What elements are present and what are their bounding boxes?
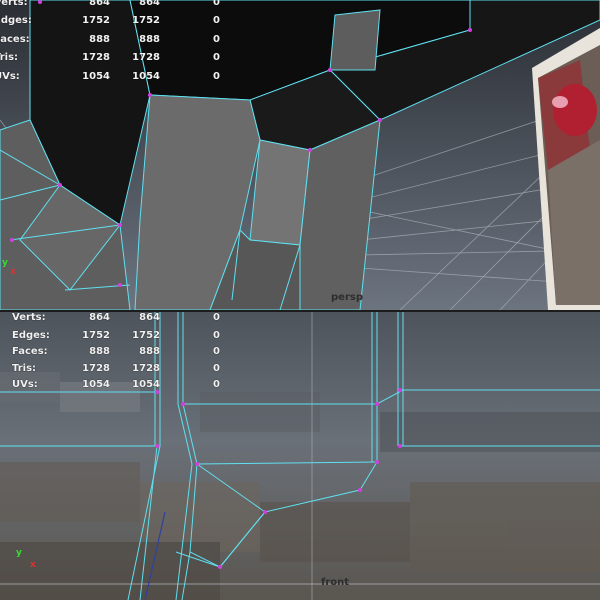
camera-label: persp: [331, 292, 363, 303]
stat-value: 864: [89, 312, 110, 323]
stat-row-edges: Edges: 1752 1752 0: [0, 330, 240, 344]
axis-y-label: y: [16, 548, 22, 558]
stat-row-tris: Tris: 1728 1728 0: [0, 52, 240, 66]
axis-x-label: x: [10, 267, 16, 277]
stat-row-tris: Tris: 1728 1728 0: [0, 363, 240, 377]
persp-viewport[interactable]: Verts: 864 864 0 Edges: 1752 1752 0 Face…: [0, 0, 600, 310]
stat-value: 1752: [82, 330, 110, 341]
stat-value: 0: [213, 71, 220, 82]
stat-value: 1054: [132, 379, 160, 390]
stat-value: 864: [89, 0, 110, 8]
stat-value: 1054: [82, 379, 110, 390]
stat-label: Faces:: [0, 34, 30, 45]
persp-stats-hud: Verts: 864 864 0 Edges: 1752 1752 0 Face…: [0, 0, 240, 87]
front-axis-gizmo: y x: [16, 548, 40, 574]
stat-label: Verts:: [12, 312, 46, 323]
camera-label: front: [321, 577, 350, 588]
stat-value: 0: [213, 312, 220, 323]
stat-label: UVs:: [0, 71, 20, 82]
stat-label: Edges:: [12, 330, 50, 341]
stat-value: 1752: [132, 15, 160, 26]
stat-value: 888: [139, 346, 160, 357]
stat-label: Faces:: [12, 346, 48, 357]
stat-row-faces: Faces: 888 888 0: [0, 34, 240, 48]
stat-value: 0: [213, 34, 220, 45]
stat-value: 0: [213, 363, 220, 374]
stat-value: 0: [213, 52, 220, 63]
stat-row-uvs: UVs: 1054 1054 0: [0, 71, 240, 85]
stat-value: 1054: [132, 71, 160, 82]
stat-value: 0: [213, 330, 220, 341]
stat-label: Tris:: [12, 363, 37, 374]
front-viewport[interactable]: Verts: 864 864 0 Edges: 1752 1752 0 Face…: [0, 312, 600, 600]
stat-value: 888: [89, 346, 110, 357]
stat-row-verts: Verts: 864 864 0: [0, 0, 240, 11]
stat-value: 864: [139, 312, 160, 323]
stat-row-verts: Verts: 864 864 0: [0, 312, 240, 326]
stat-value: 888: [139, 34, 160, 45]
axis-x-label: x: [30, 560, 36, 570]
stat-row-edges: Edges: 1752 1752 0: [0, 15, 240, 29]
stat-value: 0: [213, 379, 220, 390]
stat-value: 0: [213, 15, 220, 26]
stat-value: 888: [89, 34, 110, 45]
stat-value: 1752: [132, 330, 160, 341]
stat-value: 0: [213, 346, 220, 357]
persp-axis-gizmo: y x: [2, 258, 22, 280]
stat-value: 1728: [132, 363, 160, 374]
stat-value: 1728: [132, 52, 160, 63]
stat-value: 1752: [82, 15, 110, 26]
stat-value: 0: [213, 0, 220, 8]
stat-label: Verts:: [0, 0, 28, 8]
stat-value: 864: [139, 0, 160, 8]
stat-label: UVs:: [12, 379, 38, 390]
stat-value: 1054: [82, 71, 110, 82]
stat-row-faces: Faces: 888 888 0: [0, 346, 240, 360]
stat-row-uvs: UVs: 1054 1054 0: [0, 379, 240, 393]
stat-value: 1728: [82, 363, 110, 374]
stat-value: 1728: [82, 52, 110, 63]
axis-y-label: y: [2, 258, 8, 268]
front-stats-hud: Verts: 864 864 0 Edges: 1752 1752 0 Face…: [0, 312, 240, 392]
stat-label: Edges:: [0, 15, 32, 26]
stat-label: Tris:: [0, 52, 19, 63]
